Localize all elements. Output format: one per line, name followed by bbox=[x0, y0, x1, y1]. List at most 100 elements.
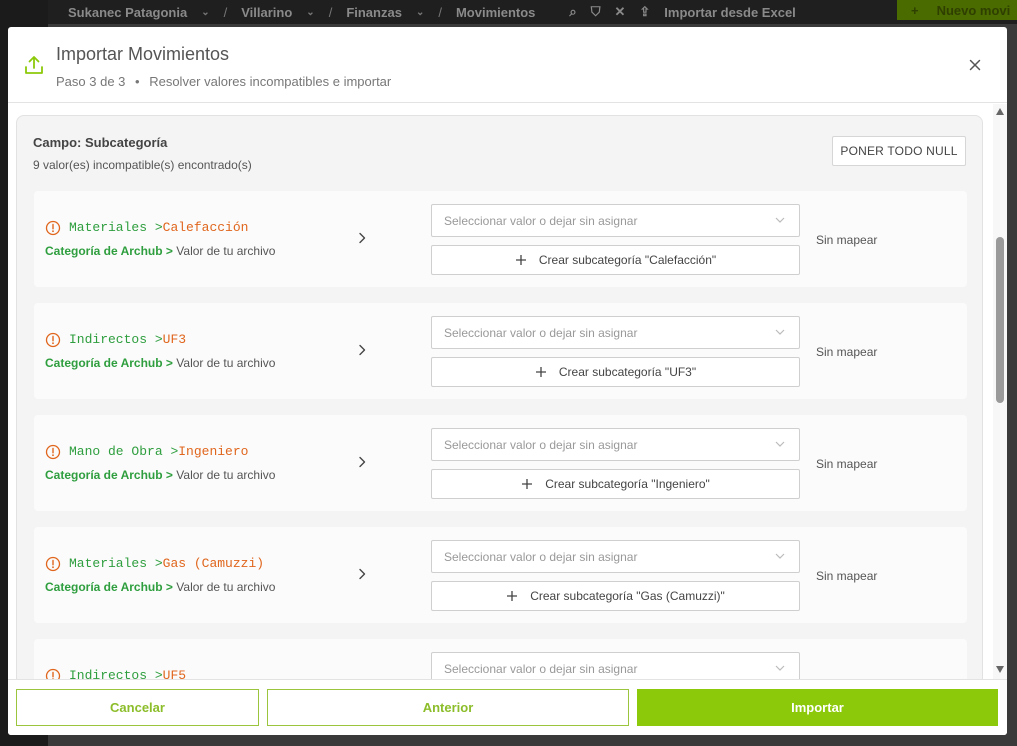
new-movement-label: Nuevo movi bbox=[936, 2, 1011, 18]
modal-title: Importar Movimientos bbox=[56, 44, 230, 64]
file-value: UF5 bbox=[162, 668, 187, 679]
plus-icon bbox=[515, 255, 526, 265]
value-path: Indirectos >UF3 bbox=[69, 332, 186, 347]
plus-icon: + bbox=[911, 2, 919, 18]
breadcrumb-separator: / bbox=[328, 4, 333, 20]
select-placeholder: Seleccionar valor o dejar sin asignar bbox=[444, 326, 638, 340]
value-path: Indirectos >UF5 bbox=[69, 668, 186, 679]
create-subcategory-button[interactable]: Crear subcategoría "UF3" bbox=[431, 357, 800, 387]
step-indicator: Paso 3 de 3 bbox=[56, 74, 126, 89]
legend-file-value: Valor de tu archivo bbox=[176, 468, 276, 482]
scroll-down-arrow-icon[interactable] bbox=[996, 666, 1004, 673]
path-separator: > bbox=[154, 668, 163, 679]
subcategory-select[interactable]: Seleccionar valor o dejar sin asignar bbox=[431, 316, 800, 349]
path-separator: > bbox=[154, 332, 163, 347]
legend-category: Categoría de Archub bbox=[45, 244, 163, 258]
select-placeholder: Seleccionar valor o dejar sin asignar bbox=[444, 438, 638, 452]
legend-file-value: Valor de tu archivo bbox=[176, 580, 276, 594]
path-legend: Categoría de Archub > Valor de tu archiv… bbox=[45, 580, 275, 594]
scrollbar[interactable] bbox=[993, 104, 1007, 679]
subcategory-select[interactable]: Seleccionar valor o dejar sin asignar bbox=[431, 540, 800, 573]
mapping-status: Sin mapear bbox=[816, 457, 878, 471]
legend-separator: > bbox=[165, 356, 173, 370]
path-separator: > bbox=[154, 556, 163, 571]
mapping-status: Sin mapear bbox=[816, 233, 878, 247]
step-description: Resolver valores incompatibles e importa… bbox=[149, 74, 392, 89]
chevron-down-icon bbox=[775, 329, 785, 335]
breadcrumb-page: Movimientos bbox=[455, 4, 536, 20]
path-legend: Categoría de Archub > Valor de tu archiv… bbox=[45, 356, 275, 370]
value-path: Materiales >Calefacción bbox=[69, 220, 248, 235]
create-subcategory-button[interactable]: Crear subcategoría "Gas (Camuzzi)" bbox=[431, 581, 800, 611]
legend-file-value: Valor de tu archivo bbox=[176, 244, 276, 258]
subcategory-select[interactable]: Seleccionar valor o dejar sin asignar bbox=[431, 652, 800, 679]
create-subcategory-label: Crear subcategoría "Calefacción" bbox=[538, 253, 717, 267]
subcategory-select[interactable]: Seleccionar valor o dejar sin asignar bbox=[431, 204, 800, 237]
clear-icon[interactable]: ✕ bbox=[614, 4, 625, 20]
breadcrumb-project[interactable]: Villarino bbox=[241, 5, 292, 20]
warning-icon bbox=[45, 668, 61, 679]
mapping-status: Sin mapear bbox=[816, 345, 878, 359]
value-path: Materiales >Gas (Camuzzi) bbox=[69, 556, 264, 571]
archub-category: Mano de Obra bbox=[69, 444, 163, 459]
chevron-down-icon: ⌄ bbox=[415, 6, 425, 18]
create-subcategory-button[interactable]: Crear subcategoría "Calefacción" bbox=[431, 245, 800, 275]
create-subcategory-label: Crear subcategoría "UF3" bbox=[558, 365, 697, 379]
chevron-right-icon bbox=[359, 456, 366, 468]
modal-footer: Cancelar Anterior Importar bbox=[8, 679, 1007, 735]
path-separator: > bbox=[154, 220, 163, 235]
mapping-status: Sin mapear bbox=[816, 569, 878, 583]
file-value: Gas (Camuzzi) bbox=[162, 556, 265, 571]
chevron-down-icon bbox=[775, 665, 785, 671]
modal-subtitle: Paso 3 de 3 • Resolver valores incompati… bbox=[56, 74, 391, 89]
create-subcategory-button[interactable]: Crear subcategoría "Ingeniero" bbox=[431, 469, 800, 499]
archub-category: Indirectos bbox=[69, 332, 148, 347]
file-value: UF3 bbox=[162, 332, 187, 347]
mapping-row: Materiales >Gas (Camuzzi) Categoría de A… bbox=[34, 527, 967, 623]
previous-button[interactable]: Anterior bbox=[267, 689, 629, 726]
breadcrumb-separator: / bbox=[438, 4, 442, 20]
chevron-down-icon bbox=[775, 553, 785, 559]
plus-icon bbox=[535, 367, 546, 377]
set-all-null-button[interactable]: PONER TODO NULL bbox=[832, 136, 966, 166]
create-subcategory-label: Crear subcategoría "Ingeniero" bbox=[545, 477, 710, 491]
bullet-separator: • bbox=[135, 74, 140, 89]
mapping-row: Indirectos >UF5 Seleccionar valor o deja… bbox=[34, 639, 967, 679]
archub-category: Materiales bbox=[69, 220, 148, 235]
search-icon[interactable]: ⌕ bbox=[569, 4, 576, 20]
close-icon[interactable] bbox=[967, 57, 983, 73]
select-placeholder: Seleccionar valor o dejar sin asignar bbox=[444, 550, 638, 564]
filter-icon[interactable]: ⛉ bbox=[591, 4, 601, 20]
breadcrumb-separator: / bbox=[223, 4, 228, 20]
import-button[interactable]: Importar bbox=[637, 689, 998, 726]
warning-icon bbox=[45, 220, 61, 236]
breadcrumb-section[interactable]: Finanzas bbox=[346, 5, 402, 20]
incompatible-count: 9 valor(es) incompatible(s) encontrado(s… bbox=[33, 158, 252, 172]
warning-icon bbox=[45, 444, 61, 460]
scroll-thumb[interactable] bbox=[996, 237, 1004, 403]
value-path: Mano de Obra >Ingeniero bbox=[69, 444, 248, 459]
create-subcategory-label: Crear subcategoría "Gas (Camuzzi)" bbox=[530, 589, 725, 603]
select-placeholder: Seleccionar valor o dejar sin asignar bbox=[444, 662, 638, 676]
modal-body: Campo: Subcategoría 9 valor(es) incompat… bbox=[8, 104, 1007, 679]
legend-category: Categoría de Archub bbox=[45, 580, 163, 594]
legend-category: Categoría de Archub bbox=[45, 356, 163, 370]
import-excel-button[interactable]: Importar desde Excel bbox=[664, 5, 796, 20]
warning-icon bbox=[45, 332, 61, 348]
legend-separator: > bbox=[165, 468, 173, 482]
scroll-up-arrow-icon[interactable] bbox=[996, 108, 1004, 115]
mapping-row: Indirectos >UF3 Categoría de Archub > Va… bbox=[34, 303, 967, 399]
new-movement-button[interactable]: + Nuevo movi bbox=[897, 0, 1017, 20]
path-legend: Categoría de Archub > Valor de tu archiv… bbox=[45, 244, 275, 258]
field-panel: Campo: Subcategoría 9 valor(es) incompat… bbox=[16, 115, 983, 679]
plus-icon bbox=[522, 479, 533, 489]
chevron-down-icon: ⌄ bbox=[201, 6, 210, 18]
cancel-button[interactable]: Cancelar bbox=[16, 689, 259, 726]
breadcrumb-organization[interactable]: Sukanec Patagonia bbox=[68, 5, 187, 20]
modal-header: Importar Movimientos Paso 3 de 3 • Resol… bbox=[8, 27, 1007, 103]
file-value: Ingeniero bbox=[178, 444, 249, 459]
archub-category: Indirectos bbox=[69, 668, 148, 679]
archub-category: Materiales bbox=[69, 556, 148, 571]
path-legend: Categoría de Archub > Valor de tu archiv… bbox=[45, 468, 275, 482]
subcategory-select[interactable]: Seleccionar valor o dejar sin asignar bbox=[431, 428, 800, 461]
